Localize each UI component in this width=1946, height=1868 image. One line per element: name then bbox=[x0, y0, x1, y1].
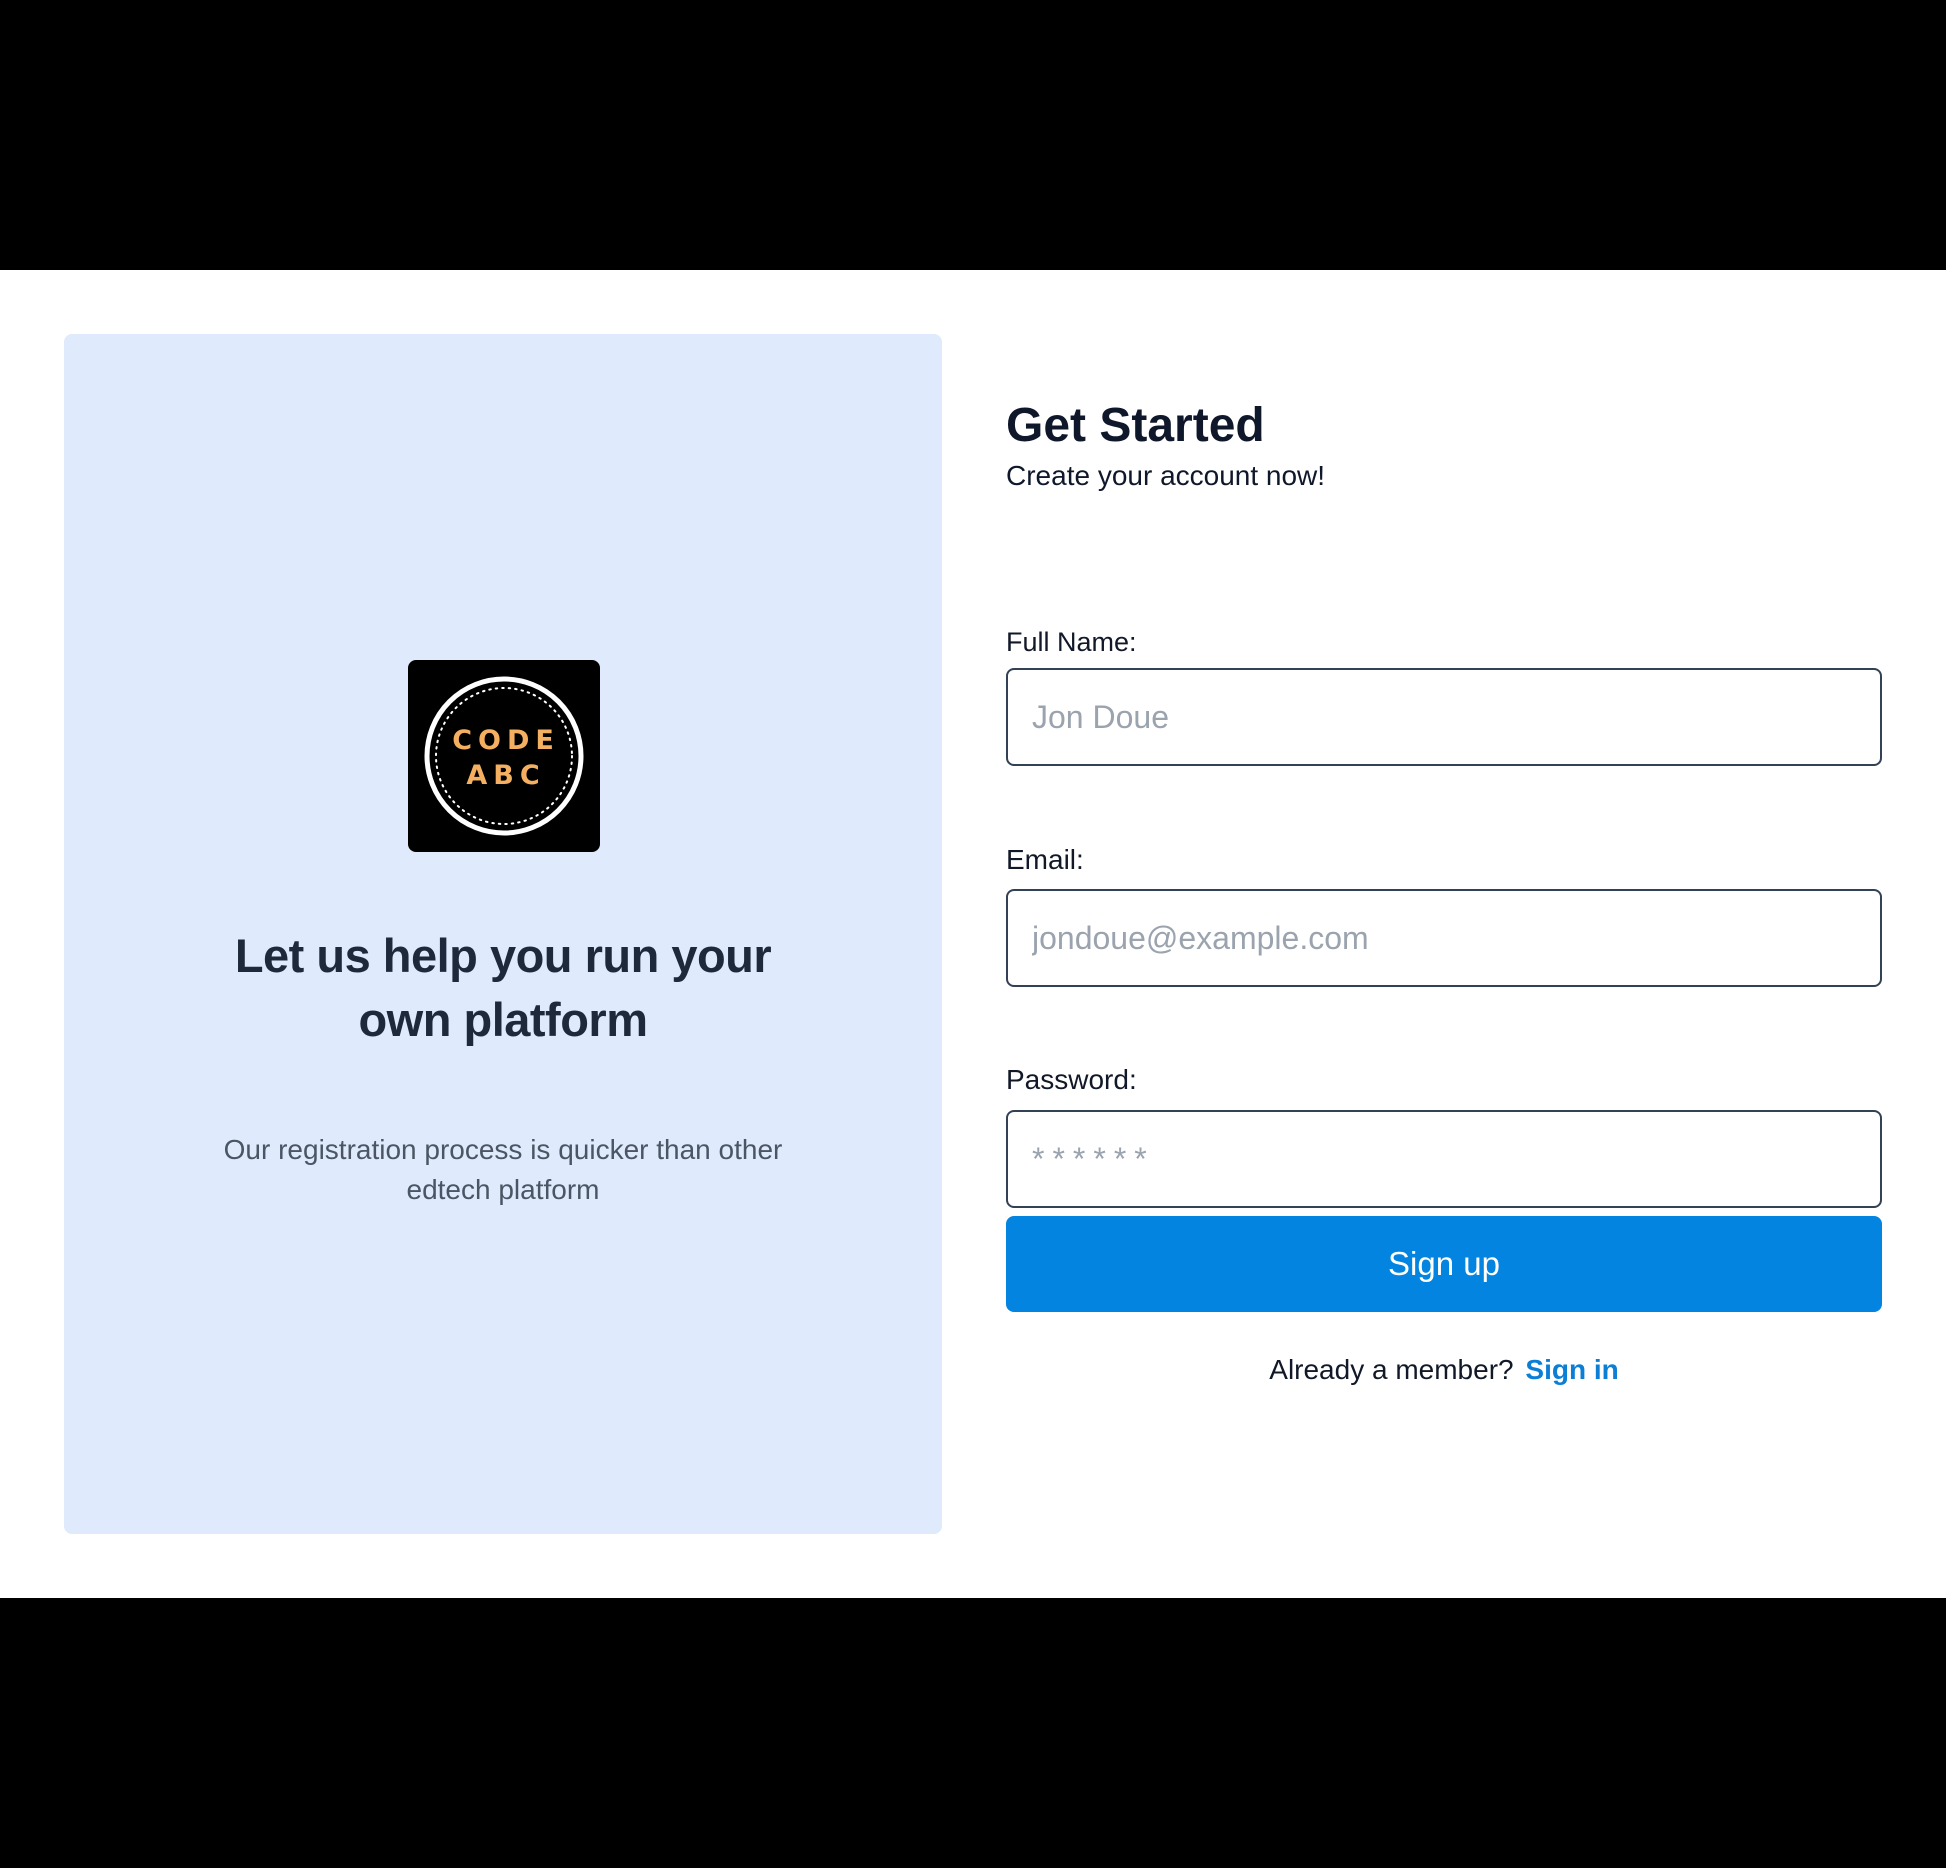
logo-badge-icon: CODE ABC bbox=[424, 676, 584, 836]
top-letterbox bbox=[0, 0, 1946, 270]
sign-up-button[interactable]: Sign up bbox=[1006, 1216, 1882, 1312]
full-name-label: Full Name: bbox=[1006, 627, 1137, 657]
password-label: Password: bbox=[1006, 1064, 1137, 1095]
full-name-input[interactable] bbox=[1006, 668, 1882, 766]
signin-row: Already a member? Sign in bbox=[1006, 1352, 1882, 1388]
promo-heading: Let us help you run your own platform bbox=[234, 929, 772, 1046]
promo-panel: CODE ABC Let us help you run your own pl… bbox=[64, 334, 942, 1534]
password-input[interactable] bbox=[1006, 1110, 1882, 1208]
bottom-letterbox bbox=[0, 1598, 1946, 1868]
form-title: Get Started bbox=[1006, 399, 1265, 452]
signup-page: CODE ABC Let us help you run your own pl… bbox=[0, 270, 1946, 1598]
logo-text-line1: CODE bbox=[452, 725, 560, 756]
logo-text-line2: ABC bbox=[466, 760, 545, 791]
signin-prompt: Already a member? bbox=[1269, 1354, 1514, 1385]
promo-description: Our registration process is quicker than… bbox=[223, 1134, 783, 1205]
sign-in-link[interactable]: Sign in bbox=[1525, 1354, 1618, 1385]
code-abc-logo: CODE ABC bbox=[408, 660, 600, 852]
email-label: Email: bbox=[1006, 844, 1084, 875]
email-input[interactable] bbox=[1006, 889, 1882, 987]
form-subtitle: Create your account now! bbox=[1006, 460, 1326, 491]
signup-form: Get Started Create your account now! Ful… bbox=[1006, 334, 1882, 1534]
